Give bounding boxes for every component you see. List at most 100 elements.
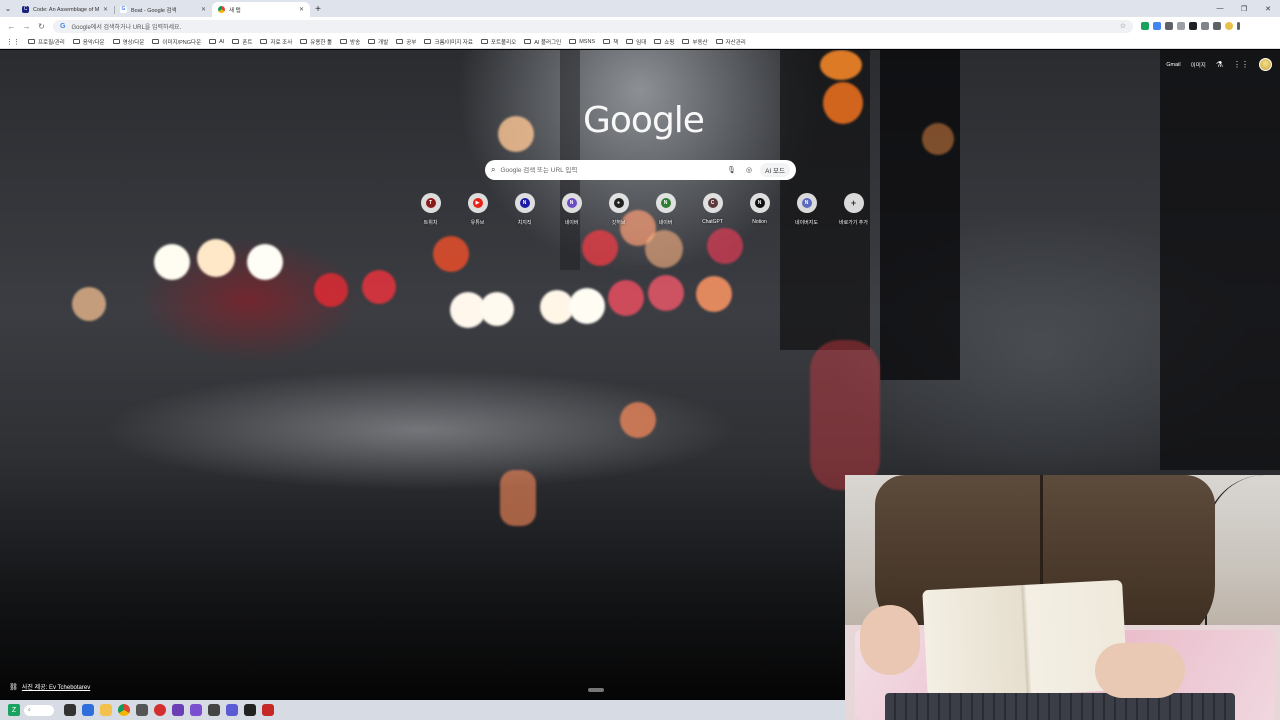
bookmark-folder[interactable]: 영상/다운	[112, 38, 145, 46]
task-view-icon[interactable]	[64, 704, 76, 716]
minimize-icon[interactable]: —	[1208, 0, 1232, 17]
extension-icon[interactable]	[1141, 22, 1149, 30]
bokeh-light	[707, 228, 743, 264]
bookmark-label: 영상/다운	[122, 39, 145, 46]
app-icon[interactable]	[190, 704, 202, 716]
bookmark-folder[interactable]: 방송	[340, 38, 360, 46]
app-icon[interactable]	[244, 704, 256, 716]
bookmark-folder[interactable]: AI 플러그인	[524, 38, 561, 46]
bookmark-label: 방송	[350, 39, 361, 46]
folder-icon[interactable]	[100, 704, 112, 716]
customize-handle[interactable]	[588, 688, 604, 692]
address-bar[interactable]: G Google에서 검색하거나 URL을 입력하세요. ☆	[53, 19, 1133, 33]
shortcut-tile[interactable]: T 트위치	[407, 193, 454, 226]
tab-search-icon[interactable]	[1213, 22, 1221, 30]
shortcut-tile[interactable]: N 네이버지도	[783, 193, 830, 226]
extension-icon[interactable]	[1153, 22, 1161, 30]
bookmark-label: 공부	[406, 39, 417, 46]
extension-icon[interactable]	[1189, 22, 1197, 30]
chrome-icon[interactable]	[118, 704, 130, 716]
bookmark-folder[interactable]: 크롬/이미지 자료	[424, 38, 473, 46]
shortcut-tile[interactable]: ● 깃허브	[595, 193, 642, 226]
folder-icon	[569, 39, 577, 44]
folder-icon	[396, 39, 404, 44]
shortcut-label: 깃허브	[611, 220, 626, 226]
shortcut-tile[interactable]: N 치지직	[501, 193, 548, 226]
record-icon[interactable]	[154, 704, 166, 716]
images-link[interactable]: 이미지	[1191, 61, 1206, 69]
profile-icon[interactable]	[1225, 22, 1233, 30]
tab-search-icon[interactable]: ⌄	[0, 0, 16, 17]
app-icon[interactable]	[172, 704, 184, 716]
back-icon[interactable]: ←	[4, 19, 19, 34]
close-icon[interactable]: ✕	[299, 6, 304, 13]
folder-icon	[603, 39, 611, 44]
bookmark-folder[interactable]: 음악/다운	[72, 38, 105, 46]
shortcut-tile[interactable]: N 네이버	[642, 193, 689, 226]
bookmark-folder[interactable]: 이미지/PNG다운	[152, 38, 201, 46]
bookmark-star-icon[interactable]: ☆	[1120, 22, 1126, 30]
tab-2[interactable]: 새 탭 ✕	[212, 2, 310, 17]
shortcut-label: 네이버	[564, 220, 579, 226]
bookmark-folder[interactable]: 유용한 툴	[300, 38, 332, 46]
close-icon[interactable]: ✕	[103, 6, 108, 13]
background-pillar	[880, 50, 960, 380]
shortcut-tile[interactable]: N 네이버	[548, 193, 595, 226]
shortcut-tile[interactable]: ▶ 유튜브	[454, 193, 501, 226]
bokeh-light	[810, 340, 880, 490]
extension-icon[interactable]	[1177, 22, 1185, 30]
microphone-icon[interactable]: 🎙	[727, 166, 736, 174]
menu-dots-icon[interactable]	[1237, 22, 1240, 30]
gmail-link[interactable]: Gmail	[1166, 62, 1180, 68]
apps-grid-icon[interactable]: ⋮⋮	[6, 38, 20, 46]
ai-mode-button[interactable]: AI 모드	[760, 163, 790, 177]
bookmark-folder[interactable]: AI	[209, 39, 224, 45]
bookmark-folder[interactable]: MSNS	[569, 39, 595, 45]
app-icon[interactable]	[136, 704, 148, 716]
shortcut-tile[interactable]: + 바로가기 추가	[830, 193, 877, 226]
apps-grid-icon[interactable]: ⋮⋮	[1233, 60, 1249, 69]
folder-icon	[152, 39, 160, 44]
bookmark-folder[interactable]: 책	[603, 38, 618, 46]
close-icon[interactable]: ✕	[201, 6, 206, 13]
shortcut-tile[interactable]: C ChatGPT	[689, 193, 736, 226]
tab-1[interactable]: G Boat - Google 검색 ✕	[114, 2, 212, 17]
app-icon[interactable]	[262, 704, 274, 716]
app-icon[interactable]	[82, 704, 94, 716]
reload-icon[interactable]: ↻	[34, 19, 49, 34]
close-window-icon[interactable]: ✕	[1256, 0, 1280, 17]
forward-icon[interactable]: →	[19, 19, 34, 34]
maximize-icon[interactable]: ❐	[1232, 0, 1256, 17]
labs-flask-icon[interactable]: ⚗	[1216, 60, 1223, 69]
tab-title: Code: An Assemblage of Man	[33, 6, 99, 13]
tab-0[interactable]: C Code: An Assemblage of Man ✕	[16, 2, 114, 17]
bokeh-light	[569, 288, 605, 324]
bookmark-folder[interactable]: 개발	[368, 38, 388, 46]
taskbar-search-icon[interactable]: ⌕	[24, 704, 54, 716]
avatar[interactable]	[1259, 58, 1272, 71]
new-tab-button[interactable]: +	[310, 2, 326, 17]
photo-credit[interactable]: ⛓ 사진 제공: Ev Tchebotarev	[9, 682, 90, 692]
webcam-overlay	[845, 475, 1280, 720]
camera-lens-icon[interactable]: ◎	[746, 166, 752, 174]
bookmark-folder[interactable]: 폰트	[232, 38, 252, 46]
app-icon[interactable]	[226, 704, 238, 716]
extension-icon[interactable]	[1165, 22, 1173, 30]
bookmark-folder[interactable]: 임대	[626, 38, 646, 46]
start-icon[interactable]: Z	[8, 704, 20, 716]
bookmark-folder[interactable]: 자료 조사	[260, 38, 292, 46]
bookmark-folder[interactable]: 자산관리	[715, 38, 746, 46]
chrome-icon	[218, 6, 225, 13]
bookmarks-bar: ⋮⋮ 프로필/관리 음악/다운 영상/다운 이미지/PNG다운 AI 폰트 자료 조사 유용한…	[0, 35, 1280, 49]
bookmark-folder[interactable]: 공부	[396, 38, 416, 46]
bookmark-folder[interactable]: 포트폴리오	[480, 38, 516, 46]
bookmark-folder[interactable]: 프로필/관리	[28, 38, 65, 46]
shortcut-tile[interactable]: N Notion	[736, 193, 783, 226]
bookmark-folder[interactable]: 쇼핑	[654, 38, 674, 46]
address-placeholder: Google에서 검색하거나 URL을 입력하세요.	[71, 24, 182, 31]
puzzle-icon[interactable]	[1201, 22, 1209, 30]
bookmark-folder[interactable]: 부동산	[682, 38, 708, 46]
folder-icon	[340, 39, 348, 44]
search-input[interactable]	[500, 166, 723, 174]
app-icon[interactable]	[208, 704, 220, 716]
